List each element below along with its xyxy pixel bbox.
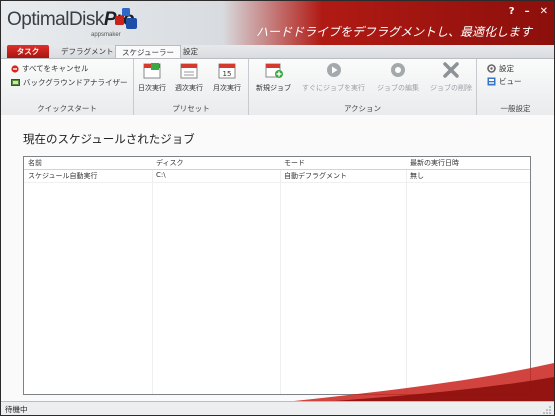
resize-grip-icon[interactable]	[543, 406, 551, 414]
column-divider	[152, 157, 153, 394]
tab-defragment[interactable]: デフラグメント	[55, 45, 120, 58]
weekly-run-button[interactable]: 週次実行	[175, 61, 203, 93]
daily-run-button[interactable]: 日次実行	[138, 61, 166, 93]
settings-icon	[487, 64, 496, 73]
status-bar: 待機中	[1, 401, 554, 415]
general-settings-label: 設定	[499, 64, 514, 73]
general-settings-button[interactable]: 設定	[487, 63, 514, 74]
background-analyzer-label: バックグラウンドアナライザー	[23, 78, 128, 87]
view-label: ビュー	[499, 77, 522, 86]
tab-task[interactable]: タスク	[7, 45, 49, 58]
monthly-run-label: 月次実行	[213, 84, 241, 92]
cell-disk: C:\	[156, 171, 166, 179]
view-button[interactable]: ビュー	[487, 76, 522, 87]
close-button[interactable]: ✕	[540, 6, 548, 17]
calendar-weekly-icon	[180, 63, 198, 79]
new-job-icon	[265, 63, 283, 78]
run-job-now-label: すぐにジョブを実行	[302, 84, 365, 92]
view-icon	[487, 77, 496, 86]
edit-job-button[interactable]: ジョブの編集	[377, 61, 419, 93]
monthly-badge-text: 15	[223, 70, 232, 78]
main-content: 現在のスケジュールされたジョブ 名前 ディスク モード 最新の実行日時 スケジュ…	[1, 115, 554, 401]
window-controls: ? – ✕	[509, 6, 548, 17]
group-quick-start: すべてをキャンセル バックグラウンドアナライザー クイックスタート	[1, 59, 134, 115]
background-analyzer-button[interactable]: バックグラウンドアナライザー	[11, 77, 128, 88]
decorative-swoosh	[294, 363, 554, 401]
ribbon: すべてをキャンセル バックグラウンドアナライザー クイックスタート 日次実行 週…	[1, 58, 554, 116]
column-divider	[406, 157, 407, 394]
tab-settings[interactable]: 設定	[177, 45, 204, 58]
logo-squares-icon	[115, 8, 137, 29]
title-bar: OptimalDiskPro appsmaker ハードドライブをデフラグメント…	[1, 1, 554, 45]
edit-job-label: ジョブの編集	[377, 84, 419, 92]
cell-job-name: スケジュール自動実行	[28, 172, 98, 180]
preset-group-label: プリセット	[172, 104, 210, 113]
group-action: 新規ジョブ すぐにジョブを実行 ジョブの編集 ジョブの削除 アクション	[249, 59, 477, 115]
minimize-button[interactable]: –	[525, 6, 530, 17]
status-text: 待機中	[5, 405, 28, 414]
calendar-daily-icon	[143, 63, 161, 79]
page-title: 現在のスケジュールされたジョブ	[23, 132, 195, 146]
edit-job-icon	[391, 63, 405, 77]
monthly-run-button[interactable]: 15 月次実行	[213, 61, 241, 93]
delete-job-label: ジョブの削除	[430, 84, 472, 92]
column-header-name[interactable]: 名前	[28, 158, 42, 168]
calendar-monthly-icon: 15	[218, 63, 236, 79]
group-preset: 日次実行 週次実行 15 月次実行 プリセット	[134, 59, 249, 115]
quick-start-group-label: クイックスタート	[37, 104, 97, 113]
delete-job-button[interactable]: ジョブの削除	[430, 61, 472, 93]
column-header-disk[interactable]: ディスク	[156, 158, 184, 168]
cell-last-run: 無し	[410, 172, 424, 180]
group-general-settings: 設定 ビュー 一般設定	[477, 59, 554, 115]
table-row[interactable]: スケジュール自動実行 C:\ 自動デフラグメント 無し	[24, 170, 530, 183]
logo-main-text: OptimalDisk	[7, 9, 104, 30]
run-now-icon	[326, 63, 341, 77]
column-header-last-run[interactable]: 最新の実行日時	[410, 158, 459, 168]
weekly-run-label: 週次実行	[175, 84, 203, 92]
column-header-mode[interactable]: モード	[284, 158, 305, 168]
analyzer-icon	[11, 78, 20, 86]
action-group-label: アクション	[343, 104, 382, 113]
app-tagline: ハードドライブをデフラグメントし、最適化します	[255, 25, 532, 39]
new-job-button[interactable]: 新規ジョブ	[256, 61, 291, 93]
general-settings-group-label: 一般設定	[500, 104, 531, 113]
cell-mode: 自動デフラグメント	[284, 172, 347, 180]
ribbon-tabs: タスク デフラグメント スケジューラー 設定	[1, 45, 554, 59]
scheduled-jobs-table[interactable]: 名前 ディスク モード 最新の実行日時 スケジュール自動実行 C:\ 自動デフラ…	[23, 156, 531, 395]
column-divider	[280, 157, 281, 394]
run-job-now-button[interactable]: すぐにジョブを実行	[302, 61, 365, 93]
tab-scheduler[interactable]: スケジューラー	[115, 45, 181, 59]
app-window: OptimalDiskPro appsmaker ハードドライブをデフラグメント…	[0, 0, 555, 416]
new-job-label: 新規ジョブ	[256, 84, 291, 92]
delete-job-icon	[443, 62, 459, 78]
cancel-all-label: すべてをキャンセル	[22, 64, 89, 73]
daily-run-label: 日次実行	[138, 84, 166, 92]
table-header: 名前 ディスク モード 最新の実行日時	[24, 157, 530, 170]
cancel-icon	[11, 64, 19, 73]
cancel-all-button[interactable]: すべてをキャンセル	[11, 63, 89, 74]
help-button[interactable]: ?	[509, 6, 515, 17]
